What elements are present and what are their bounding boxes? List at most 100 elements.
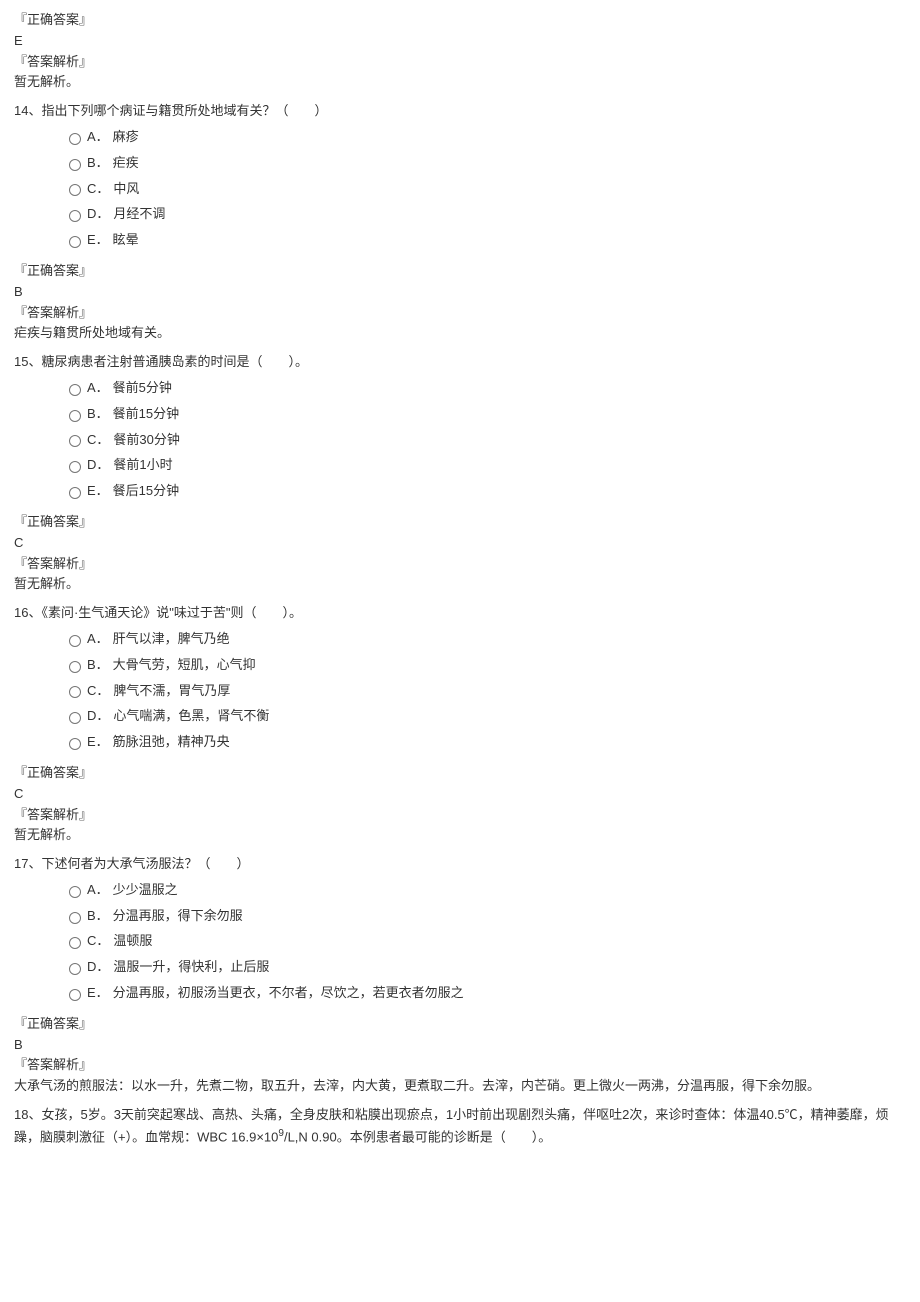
option-letter: E．: [87, 732, 109, 753]
q17-option-E[interactable]: E． 分温再服，初服汤当更衣，不尔者，尽饮之，若更衣者勿服之: [64, 983, 906, 1004]
q15-option-D[interactable]: D． 餐前1小时: [64, 455, 906, 476]
q14-option-E-text: 眩晕: [113, 230, 139, 251]
option-letter: B．: [87, 153, 109, 174]
q16-explanation: 暂无解析。: [14, 825, 906, 846]
q15-option-D-text: 餐前1小时: [113, 455, 172, 476]
option-letter: E．: [87, 230, 109, 251]
q15-radio-D[interactable]: [69, 461, 81, 473]
q14-option-D[interactable]: D． 月经不调: [64, 204, 906, 225]
q17-radio-D[interactable]: [69, 963, 81, 975]
q17-stem: 17、下述何者为大承气汤服法？（ ）: [14, 854, 906, 875]
q15-options: A． 餐前5分钟 B． 餐前15分钟 C． 餐前30分钟 D． 餐前1小时 E．…: [64, 378, 906, 502]
option-letter: B．: [87, 404, 109, 425]
q15-radio-E[interactable]: [69, 487, 81, 499]
q17-option-D-text: 温服一升，得快利，止后服: [113, 957, 269, 978]
correct-answer-label: 『正确答案』: [14, 10, 906, 31]
q14-answer-block: 『正确答案』 B 『答案解析』 疟疾与籍贯所处地域有关。: [14, 261, 906, 344]
q17-option-C-text: 温顿服: [113, 931, 152, 952]
q14-option-A[interactable]: A． 麻疹: [64, 127, 906, 148]
explanation-label: 『答案解析』: [14, 554, 906, 575]
option-letter: C．: [87, 681, 109, 702]
q16-option-C-text: 脾气不濡，胃气乃厚: [113, 681, 230, 702]
explanation-label: 『答案解析』: [14, 1055, 906, 1076]
q14-option-B[interactable]: B． 疟疾: [64, 153, 906, 174]
q17-option-D[interactable]: D． 温服一升，得快利，止后服: [64, 957, 906, 978]
q14-radio-B[interactable]: [69, 159, 81, 171]
q16-option-C[interactable]: C． 脾气不濡，胃气乃厚: [64, 681, 906, 702]
q15-option-A-text: 餐前5分钟: [113, 378, 172, 399]
q15-radio-A[interactable]: [69, 384, 81, 396]
q15-radio-C[interactable]: [69, 435, 81, 447]
q14-option-C[interactable]: C． 中风: [64, 179, 906, 200]
q14-radio-E[interactable]: [69, 236, 81, 248]
q17-option-C[interactable]: C． 温顿服: [64, 931, 906, 952]
q14-stem: 14、指出下列哪个病证与籍贯所处地域有关？（ ）: [14, 101, 906, 122]
q13-explanation: 暂无解析。: [14, 72, 906, 93]
q15-radio-B[interactable]: [69, 410, 81, 422]
q14-explanation: 疟疾与籍贯所处地域有关。: [14, 323, 906, 344]
q16-answer-letter: C: [14, 784, 906, 805]
q16-answer-block: 『正确答案』 C 『答案解析』 暂无解析。: [14, 763, 906, 846]
option-letter: B．: [87, 655, 109, 676]
q16-radio-E[interactable]: [69, 738, 81, 750]
q17-radio-B[interactable]: [69, 912, 81, 924]
q14-options: A． 麻疹 B． 疟疾 C． 中风 D． 月经不调 E． 眩晕: [64, 127, 906, 251]
q14-radio-D[interactable]: [69, 210, 81, 222]
q17-radio-E[interactable]: [69, 989, 81, 1001]
q15-answer-block: 『正确答案』 C 『答案解析』 暂无解析。: [14, 512, 906, 595]
q17-option-B[interactable]: B． 分温再服，得下余勿服: [64, 906, 906, 927]
q15-option-E-text: 餐后15分钟: [113, 481, 179, 502]
q16-option-D[interactable]: D． 心气喘满，色黑，肾气不衡: [64, 706, 906, 727]
q14-option-B-text: 疟疾: [113, 153, 139, 174]
q17-option-B-text: 分温再服，得下余勿服: [113, 906, 243, 927]
q17-option-E-text: 分温再服，初服汤当更衣，不尔者，尽饮之，若更衣者勿服之: [113, 983, 464, 1004]
q14-option-E[interactable]: E． 眩晕: [64, 230, 906, 251]
q14-radio-C[interactable]: [69, 184, 81, 196]
explanation-label: 『答案解析』: [14, 805, 906, 826]
q14-option-D-text: 月经不调: [113, 204, 165, 225]
q15-explanation: 暂无解析。: [14, 574, 906, 595]
q15-answer-letter: C: [14, 533, 906, 554]
q16-radio-C[interactable]: [69, 686, 81, 698]
q16-radio-D[interactable]: [69, 712, 81, 724]
option-letter: D．: [87, 204, 109, 225]
q14-radio-A[interactable]: [69, 133, 81, 145]
correct-answer-label: 『正确答案』: [14, 1014, 906, 1035]
q17-answer-block: 『正确答案』 B 『答案解析』 大承气汤的煎服法：以水一升，先煮二物，取五升，去…: [14, 1014, 906, 1097]
option-letter: A．: [87, 378, 109, 399]
q17-radio-C[interactable]: [69, 937, 81, 949]
q15-option-E[interactable]: E． 餐后15分钟: [64, 481, 906, 502]
q17-answer-letter: B: [14, 1035, 906, 1056]
option-letter: D．: [87, 957, 109, 978]
option-letter: C．: [87, 179, 109, 200]
q18-stem-part2: /L,N 0.90。本例患者最可能的诊断是（ ）。: [284, 1129, 551, 1144]
q16-option-D-text: 心气喘满，色黑，肾气不衡: [113, 706, 269, 727]
q16-option-A-text: 肝气以津，脾气乃绝: [113, 629, 230, 650]
q16-radio-B[interactable]: [69, 661, 81, 673]
correct-answer-label: 『正确答案』: [14, 261, 906, 282]
option-letter: E．: [87, 481, 109, 502]
correct-answer-label: 『正确答案』: [14, 512, 906, 533]
q15-option-A[interactable]: A． 餐前5分钟: [64, 378, 906, 399]
q18-stem: 18、女孩，5岁。3天前突起寒战、高热、头痛，全身皮肤和粘膜出现瘀点，1小时前出…: [14, 1105, 906, 1148]
q14-option-C-text: 中风: [113, 179, 139, 200]
option-letter: B．: [87, 906, 109, 927]
q15-option-B-text: 餐前15分钟: [113, 404, 179, 425]
q15-stem: 15、糖尿病患者注射普通胰岛素的时间是（ ）。: [14, 352, 906, 373]
q16-option-B[interactable]: B． 大骨气劳，短肌，心气抑: [64, 655, 906, 676]
q15-option-B[interactable]: B． 餐前15分钟: [64, 404, 906, 425]
q17-option-A[interactable]: A． 少少温服之: [64, 880, 906, 901]
explanation-label: 『答案解析』: [14, 303, 906, 324]
q15-option-C[interactable]: C． 餐前30分钟: [64, 430, 906, 451]
q16-options: A． 肝气以津，脾气乃绝 B． 大骨气劳，短肌，心气抑 C． 脾气不濡，胃气乃厚…: [64, 629, 906, 753]
explanation-label: 『答案解析』: [14, 52, 906, 73]
q16-option-A[interactable]: A． 肝气以津，脾气乃绝: [64, 629, 906, 650]
q17-radio-A[interactable]: [69, 886, 81, 898]
q16-option-E[interactable]: E． 筋脉沮弛，精神乃央: [64, 732, 906, 753]
option-letter: C．: [87, 931, 109, 952]
q16-radio-A[interactable]: [69, 635, 81, 647]
q14-option-A-text: 麻疹: [113, 127, 139, 148]
option-letter: C．: [87, 430, 109, 451]
q15-option-C-text: 餐前30分钟: [113, 430, 179, 451]
q17-options: A． 少少温服之 B． 分温再服，得下余勿服 C． 温顿服 D． 温服一升，得快…: [64, 880, 906, 1004]
